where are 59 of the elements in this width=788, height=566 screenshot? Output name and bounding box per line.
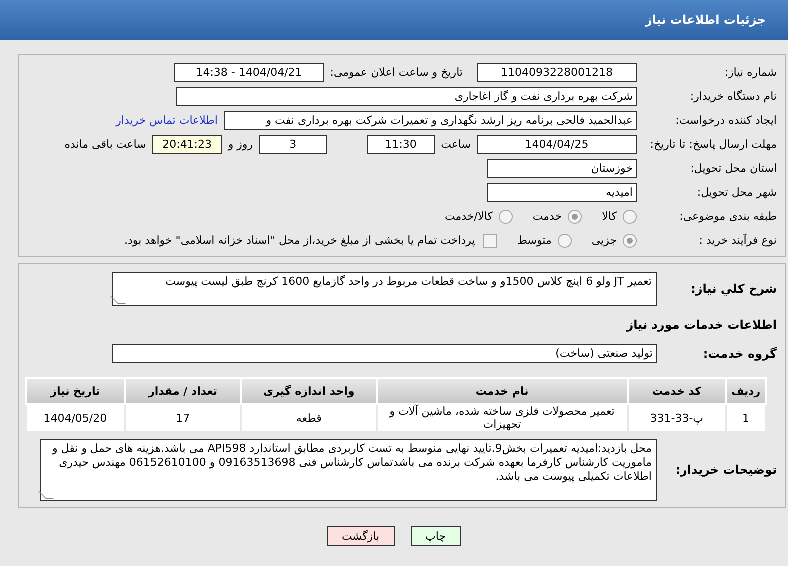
province-field: خوزستان [487, 159, 637, 178]
column-header: تعداد / مقدار [124, 378, 242, 404]
need-number-field: 1104093228001218 [477, 63, 637, 82]
field-label: توضیحات خریدار: [674, 463, 778, 477]
field-label: مهلت ارسال پاسخ: تا تاریخ: [649, 138, 778, 151]
contact-link[interactable]: اطلاعات تماس خریدار [116, 114, 218, 127]
column-header: تاریخ نیاز [26, 378, 125, 404]
column-header: ردیف [726, 378, 766, 404]
buyer-field: شرکت بهره برداری نفت و گاز اغاجاری [176, 87, 637, 106]
resize-grip-icon [38, 491, 54, 499]
field-label: نام دستگاه خریدار: [689, 90, 778, 103]
table-cell: 1 [726, 404, 766, 432]
option-label: کالا [602, 210, 617, 223]
radio-button[interactable] [558, 234, 572, 248]
radio-button[interactable] [568, 210, 582, 224]
table-cell: 17 [124, 404, 242, 432]
field-label: شهر محل تحویل: [696, 186, 778, 199]
radio-button[interactable] [623, 234, 637, 248]
deadline-date-field: 1404/04/25 [477, 135, 637, 154]
field-label: استان محل تحویل: [690, 162, 778, 175]
field-label: طبقه بندی موضوعی: [678, 210, 778, 223]
page-title: جزئیات اطلاعات نیاز [645, 13, 766, 27]
back-button[interactable]: بازگشت [326, 526, 395, 546]
table-cell: 1404/05/20 [26, 404, 125, 432]
requester-field: عبدالحمید فالحی برنامه ریز ارشد نگهداری و تعمیرات شرکت بهره برداری نفت و [224, 111, 637, 130]
radio-button[interactable] [623, 210, 637, 224]
summary-text: تعمیر JT ولو 6 اینچ کلاس 1500و و ساخت قطعات مربوط در واحد گازمایع 1600 کرنج طبق لیست پیوست [166, 275, 652, 288]
column-header: کد خدمت [628, 378, 726, 404]
resize-grip-icon [110, 296, 126, 304]
field-label: تاریخ و ساعت اعلان عمومی: [330, 66, 463, 79]
field-label: ساعت باقی مانده [64, 138, 146, 151]
remaining-time-field: 20:41:23 [152, 135, 222, 154]
section-title: اطلاعات خدمات مورد نیاز [625, 317, 778, 334]
field-label: شرح کلي نیاز: [690, 282, 778, 296]
city-field: امیدیه [487, 183, 637, 202]
radio-button[interactable] [498, 210, 513, 224]
field-label: گروه خدمت: [702, 346, 778, 360]
notes-text: محل بازدید:امیدیه تعمیرات بخش9.تایید نهایی منوسط به تست کاربردی مطابق استاندارد API598 می باشد.هزینه های حمل و نقل و ماموریت کارشناس کارفرما بعهده شرکت برنده می باشدتماس کارشناس فنی 09163513698 و 06152610100 مهندس حیدری اطلاعات تکمیلی پیوست می باشد. [52, 442, 652, 483]
deadline-time-field: 11:30 [367, 135, 436, 154]
checkbox[interactable] [483, 234, 498, 248]
field-label: ایجاد کننده درخواست: [674, 114, 778, 127]
option-label: خدمت [532, 210, 562, 223]
field-label: شماره نیاز: [724, 66, 778, 79]
service-group-field: تولید صنعتی (ساخت) [112, 344, 657, 363]
column-header: نام خدمت [376, 378, 628, 404]
field-label: ساعت [441, 138, 471, 151]
field-label: روز و [228, 138, 254, 151]
table-cell: پ-33-331 [628, 404, 726, 432]
announce-date-field: 1404/04/21 - 14:38 [174, 63, 324, 82]
field-label: نوع فرآیند خرید : [698, 234, 778, 247]
table-cell: قطعه [241, 404, 377, 432]
checkbox-label: پرداخت تمام یا بخشی از مبلغ خرید،از محل "اسناد خزانه اسلامی" خواهد بود. [124, 234, 476, 247]
print-button[interactable]: چاپ [410, 526, 462, 546]
option-label: متوسط [517, 234, 552, 247]
table-cell: تعمیر محصولات فلزی ساخته شده، ماشین آلات و تجهیزات [376, 404, 628, 432]
option-label: کالا/خدمت [445, 210, 493, 223]
option-label: جزیی [592, 234, 617, 247]
days-field: 3 [259, 135, 328, 154]
column-header: واحد اندازه گیری [241, 378, 377, 404]
